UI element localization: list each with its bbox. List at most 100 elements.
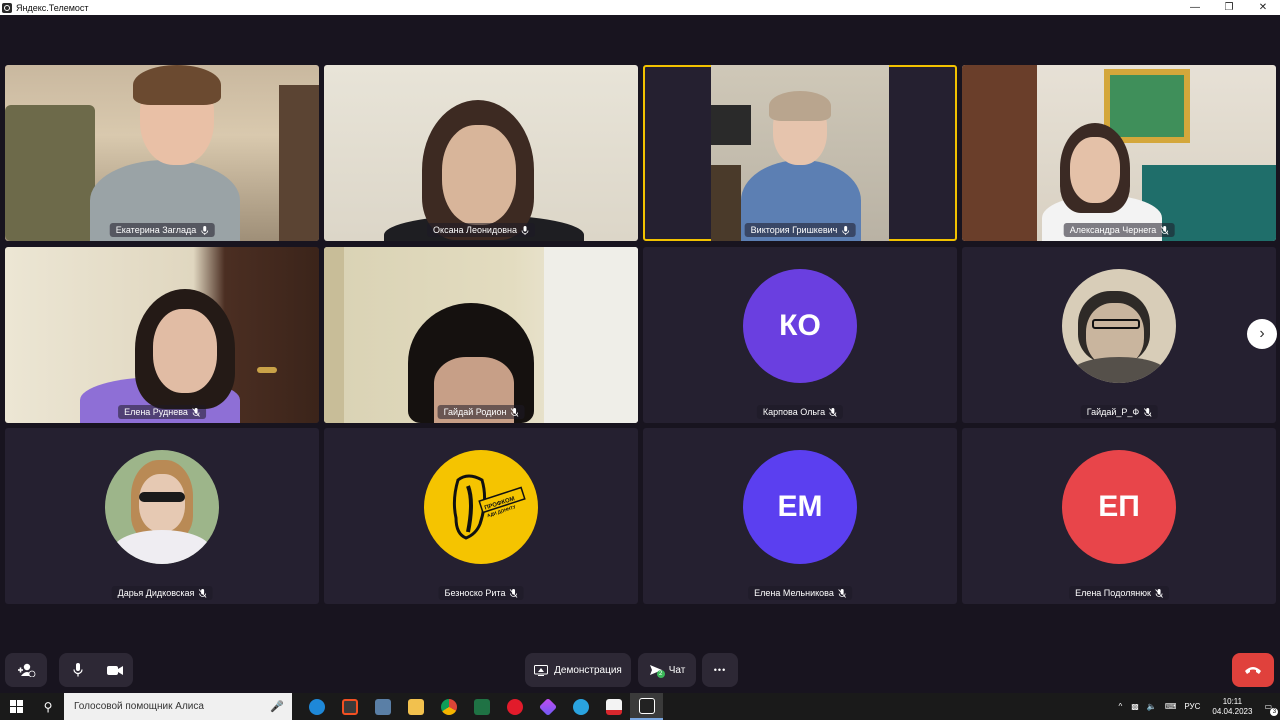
participant-tile[interactable]: Александра Чернега [962, 65, 1276, 241]
mic-off-icon [192, 407, 200, 417]
participant-tile-active-speaker[interactable]: Виктория Гришкевич [643, 65, 957, 241]
video-feed [5, 247, 319, 423]
telegram-app[interactable] [564, 693, 597, 720]
microphone-toggle[interactable] [59, 663, 96, 677]
participant-name: Гайдай_Р_Ф [1086, 407, 1140, 417]
excel-icon [473, 698, 490, 715]
screen-share-icon [534, 664, 549, 676]
participant-name-bar: Виктория Гришкевич [744, 223, 856, 237]
next-page-button[interactable]: › [1247, 319, 1277, 349]
telemost-app[interactable] [630, 693, 663, 720]
pdf-reader-app[interactable] [597, 693, 630, 720]
profkom-logo: ПРОФКОМ АДИ ДОННТУ [452, 474, 526, 540]
calculator-app[interactable] [366, 693, 399, 720]
tray-expand-icon[interactable]: ^ [1119, 702, 1123, 711]
language-indicator[interactable]: РУС [1184, 702, 1200, 711]
participant-name: Оксана Леонидовна [433, 225, 517, 235]
maximize-button[interactable]: ❐ [1212, 0, 1246, 15]
start-button[interactable] [0, 693, 32, 720]
participant-name: Елена Руднева [124, 407, 188, 417]
video-feed [5, 65, 319, 241]
video-feed [711, 65, 889, 241]
participant-name-bar: Елена Руднева [118, 405, 206, 419]
clock-time: 10:11 [1222, 696, 1243, 706]
participant-tile[interactable]: Гайдай Родион [324, 247, 638, 423]
media-controls [59, 653, 133, 687]
participant-name: Елена Подолянюк [1075, 588, 1151, 598]
clock[interactable]: 10:11 04.04.2023 [1212, 697, 1252, 717]
more-icon: ••• [713, 665, 727, 675]
camera-toggle[interactable] [96, 665, 133, 676]
chevron-right-icon: › [1259, 325, 1265, 342]
system-tray: ^ ▩ 🔈 ⌨ РУС 10:11 04.04.2023 ▭ 3 [1114, 693, 1280, 720]
participant-name-bar: Безноско Рита [438, 586, 524, 600]
participant-name-bar: Гайдай_Р_Ф [1080, 405, 1158, 419]
participant-tile[interactable]: ЕП Елена Подолянюк [962, 428, 1276, 604]
avatar-initials: ЕП [1062, 450, 1176, 564]
screen-share-button[interactable]: Демонстрация [525, 653, 631, 687]
windows-logo-icon [9, 700, 23, 713]
participant-name-bar: Елена Мельникова [748, 586, 852, 600]
excel-app[interactable] [465, 693, 498, 720]
pdf-icon [605, 698, 622, 715]
mic-on-icon [841, 225, 849, 235]
mic-on-icon [200, 225, 208, 235]
opera-icon [506, 698, 523, 715]
more-options-button[interactable]: ••• [702, 653, 738, 687]
participant-name: Безноско Рита [444, 588, 506, 598]
volume-icon[interactable]: 🔈 [1147, 702, 1157, 711]
participant-tile[interactable]: Елена Руднева [5, 247, 319, 423]
participant-tile[interactable]: ПРОФКОМ АДИ ДОННТУ Безноско Рита [324, 428, 638, 604]
participant-tile[interactable]: КО Карпова Ольга [643, 247, 957, 423]
participant-name-bar: Дарья Дидковская [111, 586, 213, 600]
chat-button[interactable]: 2 Чат [638, 653, 696, 687]
participant-tile[interactable]: ЕМ Елена Мельникова [643, 428, 957, 604]
clock-date: 04.04.2023 [1212, 706, 1253, 716]
taskbar-search-field[interactable]: Голосовой помощник Алиса 🎤 [64, 693, 292, 720]
participant-name: Елена Мельникова [754, 588, 834, 598]
close-button[interactable]: ✕ [1246, 0, 1280, 15]
opera-app[interactable] [498, 693, 531, 720]
mic-off-icon [1155, 588, 1163, 598]
participant-name-bar: Оксана Леонидовна [427, 223, 535, 237]
notification-count: 3 [1270, 708, 1279, 716]
alice-app[interactable] [531, 693, 564, 720]
search-placeholder: Голосовой помощник Алиса [74, 701, 204, 712]
store-app[interactable] [333, 693, 366, 720]
participant-name-bar: Елена Подолянюк [1069, 586, 1169, 600]
participant-name: Дарья Дидковская [117, 588, 195, 598]
participant-tile[interactable]: Оксана Леонидовна [324, 65, 638, 241]
network-icon[interactable]: ▩ [1131, 702, 1139, 711]
add-participant-button[interactable] [5, 653, 47, 687]
participant-name: Виктория Гришкевич [750, 225, 838, 235]
edge-icon [308, 698, 325, 715]
microphone-icon [72, 663, 83, 677]
mic-off-icon [829, 407, 837, 417]
explorer-app[interactable] [399, 693, 432, 720]
participant-tile[interactable]: Дарья Дидковская [5, 428, 319, 604]
search-icon[interactable]: ⚲ [32, 693, 64, 720]
participant-tile[interactable]: Екатерина Заглада [5, 65, 319, 241]
calculator-icon [374, 698, 391, 715]
participant-name: Гайдай Родион [443, 407, 507, 417]
voice-assistant-mic-icon[interactable]: 🎤 [270, 700, 284, 713]
edge-app[interactable] [300, 693, 333, 720]
chrome-app[interactable] [432, 693, 465, 720]
participant-name: Екатерина Заглада [115, 225, 197, 235]
mic-on-icon [521, 225, 529, 235]
avatar-initials: КО [743, 269, 857, 383]
minimize-button[interactable]: — [1178, 0, 1212, 15]
chrome-icon [440, 698, 457, 715]
app-icon [2, 2, 12, 13]
video-feed [324, 247, 638, 423]
telegram-icon [572, 698, 589, 715]
mic-off-icon [1143, 407, 1152, 417]
participant-tile[interactable]: Гайдай_Р_Ф [962, 247, 1276, 423]
avatar-initials: ЕМ [743, 450, 857, 564]
notifications-button[interactable]: ▭ 3 [1264, 702, 1279, 716]
mic-off-icon [510, 407, 519, 417]
keyboard-icon[interactable]: ⌨ [1165, 702, 1177, 711]
window-titlebar: Яндекс.Телемост — ❐ ✕ [0, 0, 1280, 15]
camera-icon [106, 665, 123, 675]
end-call-button[interactable] [1232, 653, 1274, 687]
